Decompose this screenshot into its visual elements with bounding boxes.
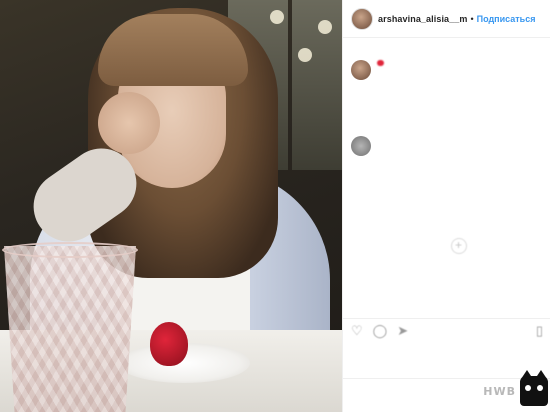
background-light (270, 10, 284, 24)
cat-logo-icon (520, 370, 548, 406)
post-actions: ♡ ◯ ➤ ▯ (343, 318, 550, 342)
rose (150, 322, 188, 366)
comment-item (351, 136, 542, 156)
heart-icon[interactable]: ♡ (351, 323, 363, 339)
commenter-avatar[interactable] (351, 136, 371, 156)
separator-dot: • (470, 13, 474, 24)
watermark: HWB (452, 370, 548, 410)
comment-item (351, 60, 542, 80)
follow-button[interactable]: Подписаться (477, 14, 536, 24)
watermark-text: HWB (483, 384, 516, 398)
heart-emoji (377, 60, 384, 68)
background-light (298, 48, 312, 62)
comment-text (377, 136, 537, 156)
comment-text (377, 60, 537, 80)
share-icon[interactable]: ➤ (397, 323, 408, 339)
water-glass (4, 246, 136, 412)
bookmark-icon[interactable]: ▯ (536, 323, 543, 339)
glass-rim (2, 242, 138, 258)
post-sidebar: arshavina_alisia__m • Подписаться ♡ ◯ ➤ (342, 0, 550, 412)
comments-list (343, 38, 550, 338)
bangs (98, 14, 248, 86)
comment-icon[interactable]: ◯ (373, 323, 388, 339)
load-more-comments-icon[interactable] (451, 238, 467, 254)
hand (98, 92, 160, 154)
background-window (292, 0, 342, 170)
post-photo[interactable] (0, 0, 342, 412)
username[interactable]: arshavina_alisia__m (378, 14, 467, 24)
commenter-avatar[interactable] (351, 60, 371, 80)
post-header: arshavina_alisia__m • Подписаться (343, 0, 550, 38)
avatar[interactable] (351, 7, 373, 30)
background-light (318, 20, 332, 34)
